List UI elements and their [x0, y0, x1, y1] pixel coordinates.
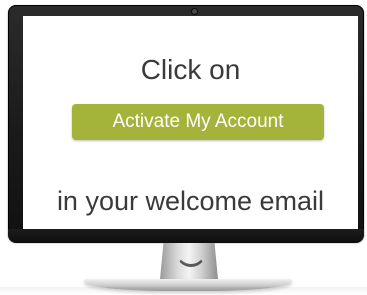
instruction-footer: in your welcome email: [56, 186, 325, 216]
monitor-chin: [8, 229, 364, 243]
instruction-heading: Click on: [140, 54, 241, 85]
base-shadow: [0, 287, 367, 295]
activate-account-button[interactable]: Activate My Account: [72, 104, 324, 140]
monitor-screen: Click on Activate My Account in your wel…: [23, 16, 358, 229]
webcam-icon: [192, 9, 197, 14]
